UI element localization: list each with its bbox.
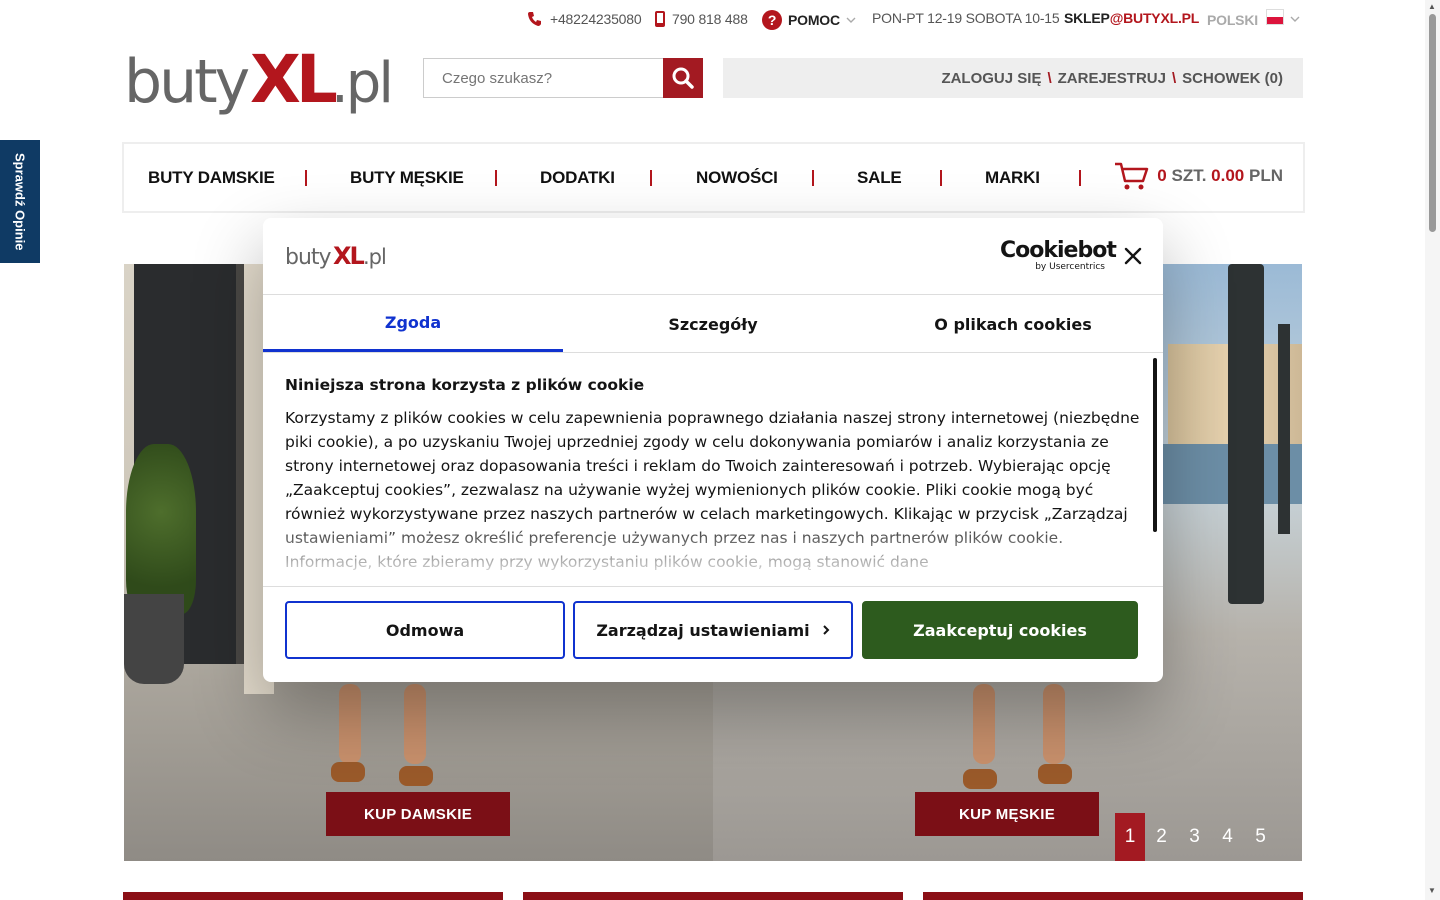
close-icon[interactable] (1123, 246, 1143, 266)
cookie-title: Niniejsza strona korzysta z plików cooki… (285, 376, 645, 394)
nav-item-buty-damskie[interactable]: BUTY DAMSKIE (148, 168, 275, 188)
cookiebot-byline: by Usercentrics (1035, 262, 1105, 272)
section-divider (123, 892, 503, 900)
phone-link[interactable]: +48224235080 (526, 10, 642, 28)
phone-number: +48224235080 (550, 11, 642, 27)
account-separator: \ (1047, 69, 1052, 87)
nav-separator (940, 170, 942, 186)
nav-item-nowosci[interactable]: NOWOŚCI (696, 168, 778, 188)
accept-cookies-button[interactable]: Zaakceptuj cookies (862, 601, 1138, 659)
opening-hours-text: PON-PT 12-19 SOBOTA 10-15 (872, 10, 1060, 26)
cart-currency: PLN (1249, 166, 1283, 185)
cart-amount: 0.00 (1211, 166, 1245, 185)
tab-szczegoly[interactable]: Szczegóły (563, 296, 863, 352)
top-bar: +48224235080 790 818 488 ? POMOC PON-PT … (0, 0, 1440, 38)
slider-page-3[interactable]: 3 (1178, 813, 1211, 861)
cart-icon (1115, 162, 1149, 190)
slider-page-5[interactable]: 5 (1244, 813, 1277, 861)
cookie-logo-buty: buty (285, 245, 332, 270)
nav-item-buty-meskie[interactable]: BUTY MĘSKIE (350, 168, 464, 188)
cookie-scrollbar[interactable] (1153, 358, 1157, 532)
email-link[interactable]: SKLEP@BUTYXL.PL (1064, 10, 1199, 26)
cookie-dialog-header: buty XL .pl Cookiebot by Usercentrics (263, 218, 1163, 295)
help-dropdown[interactable]: ? POMOC (762, 10, 856, 30)
cookie-dialog-logo: buty XL .pl (285, 240, 395, 272)
slider-page-4[interactable]: 4 (1211, 813, 1244, 861)
reviews-side-tab[interactable]: Sprawdź Opinie (0, 140, 40, 263)
cookie-consent-dialog: buty XL .pl Cookiebot by Usercentrics Zg… (263, 218, 1163, 682)
svg-text:?: ? (768, 12, 776, 28)
nav-item-dodatki[interactable]: DODATKI (540, 168, 615, 188)
manage-settings-button[interactable]: Zarządzaj ustawieniami (573, 601, 853, 659)
help-label: POMOC (788, 12, 840, 28)
tab-zgoda[interactable]: Zgoda (263, 296, 563, 352)
shop-men-button[interactable]: KUP MĘSKIE (915, 792, 1099, 836)
manage-settings-label: Zarządzaj ustawieniami (596, 620, 810, 640)
page-scrollbar[interactable]: ▲ ▼ (1425, 0, 1440, 900)
site-logo[interactable]: buty XL .pl (124, 41, 404, 124)
cart-count: 0 (1157, 166, 1167, 185)
chevron-down-icon (846, 17, 856, 23)
chevron-right-icon (822, 625, 830, 635)
mobile-number: 790 818 488 (672, 11, 748, 27)
nav-separator (305, 170, 307, 186)
logo-text-pl: .pl (331, 51, 391, 116)
section-divider (523, 892, 903, 900)
help-icon: ? (762, 10, 782, 30)
poland-flag-icon (1265, 9, 1284, 25)
cookie-text-fade (263, 518, 1143, 588)
cookie-logo-xl: XL (333, 242, 365, 270)
nav-item-marki[interactable]: MARKI (985, 168, 1040, 188)
language-dropdown[interactable]: POLSKI (1207, 9, 1300, 28)
nav-item-sale[interactable]: SALE (857, 168, 902, 188)
email-prefix: SKLEP (1064, 10, 1110, 26)
slider-page-2[interactable]: 2 (1145, 813, 1178, 861)
cookiebot-logo: Cookiebot by Usercentrics (1000, 238, 1117, 273)
scroll-down-icon[interactable]: ▼ (1428, 886, 1436, 895)
phone-icon (528, 12, 541, 26)
shop-women-button[interactable]: KUP DAMSKIE (326, 792, 510, 836)
section-divider (923, 892, 1303, 900)
deny-button[interactable]: Odmowa (285, 601, 565, 659)
chevron-down-icon (1290, 16, 1300, 22)
nav-separator (812, 170, 814, 186)
nav-separator (495, 170, 497, 186)
cart-unit: SZT. (1171, 166, 1207, 185)
mobile-link[interactable]: 790 818 488 (654, 10, 748, 28)
logo-text-xl: XL (250, 44, 337, 118)
account-bar: ZALOGUJ SIĘ \ ZAREJESTRUJ \ SCHOWEK (0) (723, 58, 1303, 98)
tab-o-plikach-cookies[interactable]: O plikach cookies (863, 296, 1163, 352)
main-nav: BUTY DAMSKIE BUTY MĘSKIE DODATKI NOWOŚCI… (122, 142, 1305, 213)
reviews-side-tab-label: Sprawdź Opinie (12, 152, 28, 251)
slider-pagination: 1 2 3 4 5 (1115, 813, 1277, 861)
login-link[interactable]: ZALOGUJ SIĘ (941, 70, 1041, 87)
scrollbar-thumb[interactable] (1429, 14, 1436, 232)
opening-hours: PON-PT 12-19 SOBOTA 10-15 (872, 10, 1060, 26)
search-input[interactable] (423, 58, 663, 98)
search-box (423, 58, 703, 98)
email-domain: @BUTYXL.PL (1109, 10, 1200, 26)
account-separator: \ (1171, 69, 1177, 87)
language-label: POLSKI (1207, 12, 1258, 28)
nav-separator (1079, 170, 1081, 186)
search-button[interactable] (663, 58, 703, 98)
cookie-footer: Odmowa Zarządzaj ustawieniami Zaakceptuj… (263, 586, 1163, 682)
cart-summary[interactable]: 0 SZT. 0.00 PLN (1113, 161, 1283, 191)
search-icon (672, 67, 694, 89)
logo-text-buty: buty (124, 47, 249, 117)
wishlist-link[interactable]: SCHOWEK (0) (1182, 70, 1283, 87)
nav-separator (650, 170, 652, 186)
register-link[interactable]: ZAREJESTRUJ (1058, 70, 1166, 87)
scroll-up-icon[interactable]: ▲ (1428, 2, 1436, 11)
mobile-icon (655, 11, 665, 27)
cookie-tabs: Zgoda Szczegóły O plikach cookies (263, 296, 1163, 353)
cookie-logo-pl: .pl (363, 245, 386, 269)
cookiebot-brand: Cookiebot (1000, 238, 1117, 263)
slider-page-1[interactable]: 1 (1115, 813, 1145, 861)
